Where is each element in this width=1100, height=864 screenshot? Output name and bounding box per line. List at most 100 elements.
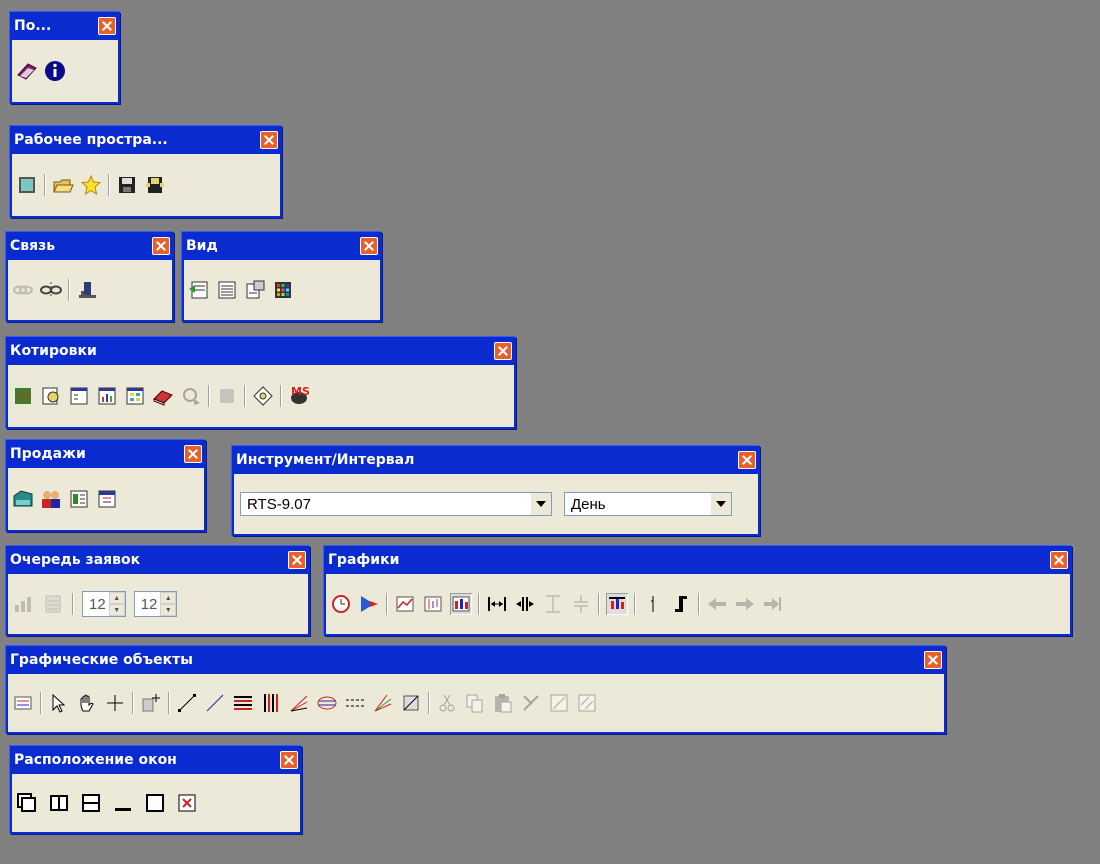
quotes-rotate-icon[interactable] [252,385,274,407]
quotes-color-table-icon[interactable] [124,385,146,407]
quotes-window-icon[interactable] [68,385,90,407]
cascade-windows-icon[interactable] [16,792,38,814]
ray-icon[interactable] [204,692,226,714]
vertical-lines-icon[interactable] [260,692,282,714]
new-workspace-icon[interactable] [16,174,38,196]
crosshair-icon[interactable] [104,692,126,714]
quotes-search-icon[interactable] [40,385,62,407]
channel-icon[interactable] [316,692,338,714]
quotes-ms-icon[interactable]: MS [288,385,310,407]
close-icon[interactable] [1050,551,1068,569]
toolbar-title[interactable]: Графические объекты [8,648,944,672]
hand-icon[interactable] [76,692,98,714]
resize-object-icon[interactable] [548,692,570,714]
close-icon[interactable] [184,445,202,463]
sales-calendar-icon[interactable] [96,488,118,510]
close-all-windows-icon[interactable] [176,792,198,814]
connect-icon[interactable] [12,279,34,301]
stepper-buttons[interactable]: ▲ ▼ [108,592,125,616]
chart-vcompress-icon[interactable] [570,593,592,615]
queue-table-icon[interactable] [42,593,64,615]
toolbar-title[interactable]: Графики [326,548,1070,572]
chart-expand-icon[interactable] [486,593,508,615]
chart-clock-icon[interactable] [330,593,352,615]
toolbar-title[interactable]: Очередь заявок [8,548,308,572]
close-icon[interactable] [280,751,298,769]
minimize-all-icon[interactable] [112,792,134,814]
cut-icon[interactable] [436,692,458,714]
close-icon[interactable] [738,451,756,469]
close-icon[interactable] [152,237,170,255]
stepper-up-icon[interactable]: ▲ [108,592,125,604]
toolbar-title[interactable]: Вид [184,234,380,258]
quotes-chart-window-icon[interactable] [96,385,118,407]
maximize-window-icon[interactable] [144,792,166,814]
favorites-star-icon[interactable] [80,174,102,196]
save-icon[interactable] [116,174,138,196]
queue-depth-stepper-2[interactable]: 12 ▲ ▼ [133,591,178,617]
toolbar-title[interactable]: Котировки [8,339,514,363]
toolbar-title[interactable]: Связь [8,234,172,258]
connection-settings-icon[interactable] [76,279,98,301]
view-list-icon[interactable] [216,279,238,301]
cursor-arrow-icon[interactable] [48,692,70,714]
open-folder-icon[interactable] [52,174,74,196]
toolbar-title[interactable]: По... [12,14,118,38]
book-icon[interactable] [16,60,38,82]
toolbar-title[interactable]: Инструмент/Интервал [234,448,758,472]
info-icon[interactable] [44,60,66,82]
stepper-up-icon[interactable]: ▲ [160,592,177,604]
stepper-down-icon[interactable]: ▼ [160,604,177,616]
chart-step-icon[interactable] [670,593,692,615]
quotes-refresh-icon[interactable] [180,385,202,407]
objects-panel-icon[interactable] [12,692,34,714]
close-icon[interactable] [98,17,116,35]
quotes-disabled-icon[interactable] [216,385,238,407]
save-as-icon[interactable] [144,174,166,196]
parallel-lines-icon[interactable] [344,692,366,714]
queue-bars-icon[interactable] [12,593,34,615]
view-import-icon[interactable] [188,279,210,301]
quotes-table-icon[interactable] [12,385,34,407]
instrument-select[interactable]: RTS-9.07 [240,492,552,516]
view-grid-icon[interactable] [272,279,294,301]
add-object-icon[interactable] [140,692,162,714]
tile-horizontal-icon[interactable] [80,792,102,814]
chevron-down-icon[interactable] [531,493,551,515]
trend-line-icon[interactable] [176,692,198,714]
chart-scroll-end-icon[interactable] [762,593,784,615]
chart-ohlc-icon[interactable] [422,593,444,615]
view-properties-icon[interactable] [244,279,266,301]
fan-icon[interactable] [288,692,310,714]
close-icon[interactable] [494,342,512,360]
toolbar-title[interactable]: Рабочее простра... [12,128,280,152]
interval-select[interactable]: День [564,492,732,516]
pitchfork-icon[interactable] [372,692,394,714]
chart-candles-icon[interactable] [450,593,472,615]
sales-order-icon[interactable] [12,488,34,510]
chart-compress-icon[interactable] [514,593,536,615]
horizontal-lines-icon[interactable] [232,692,254,714]
tile-vertical-icon[interactable] [48,792,70,814]
chevron-down-icon[interactable] [711,493,731,515]
chart-play-icon[interactable] [358,593,380,615]
disconnect-icon[interactable] [40,279,62,301]
paste-icon[interactable] [492,692,514,714]
queue-depth-stepper-1[interactable]: 12 ▲ ▼ [82,591,126,617]
delete-object-icon[interactable] [520,692,542,714]
rectangle-tool-icon[interactable] [400,692,422,714]
chart-line-icon[interactable] [394,593,416,615]
chart-scroll-left-icon[interactable] [706,593,728,615]
quotes-eraser-icon[interactable] [152,385,174,407]
chart-scroll-right-icon[interactable] [734,593,756,615]
toolbar-title[interactable]: Продажи [8,442,204,466]
chart-cursor-line-icon[interactable] [642,593,664,615]
close-icon[interactable] [924,651,942,669]
fill-object-icon[interactable] [576,692,598,714]
close-icon[interactable] [260,131,278,149]
sales-clients-icon[interactable] [40,488,62,510]
close-icon[interactable] [360,237,378,255]
stepper-buttons[interactable]: ▲ ▼ [160,592,177,616]
close-icon[interactable] [288,551,306,569]
stepper-down-icon[interactable]: ▼ [108,604,125,616]
